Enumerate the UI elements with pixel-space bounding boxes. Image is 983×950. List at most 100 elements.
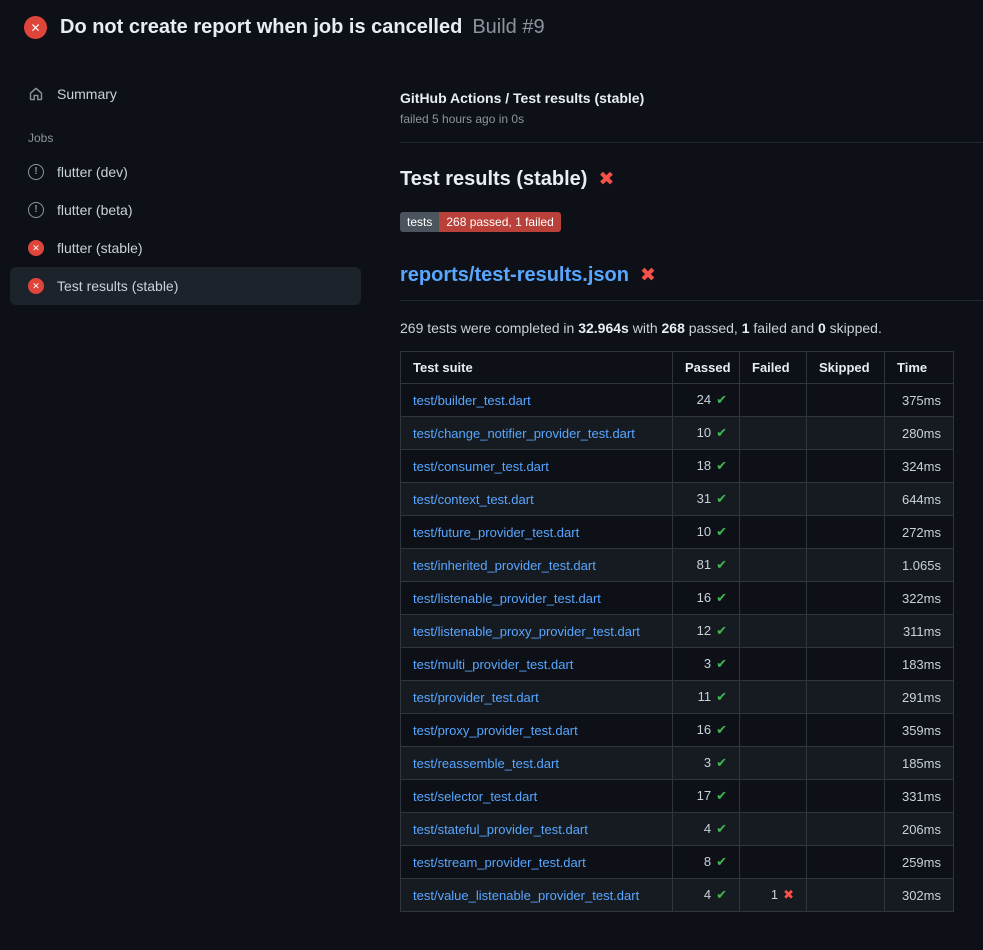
test-suite-link[interactable]: test/inherited_provider_test.dart	[413, 558, 596, 573]
time-cell: 259ms	[885, 846, 954, 879]
test-suite-link[interactable]: test/listenable_proxy_provider_test.dart	[413, 624, 640, 639]
time-cell: 272ms	[885, 516, 954, 549]
sidebar-item-flutter-stable[interactable]: ✕ flutter (stable)	[10, 229, 361, 267]
run-title: Do not create report when job is cancell…	[60, 16, 462, 39]
job-label: flutter (beta)	[57, 202, 132, 218]
sidebar-summary-label: Summary	[57, 86, 117, 102]
test-suite-link[interactable]: test/consumer_test.dart	[413, 459, 549, 474]
suite-cell: test/change_notifier_provider_test.dart	[401, 417, 673, 450]
passed-cell: 18✔	[673, 450, 740, 483]
table-row: test/proxy_provider_test.dart16✔359ms	[401, 714, 954, 747]
time-cell: 302ms	[885, 879, 954, 912]
test-suite-link[interactable]: test/context_test.dart	[413, 492, 534, 507]
suite-cell: test/provider_test.dart	[401, 681, 673, 714]
time-cell: 644ms	[885, 483, 954, 516]
passed-cell: 12✔	[673, 615, 740, 648]
summary-failed-count: 1	[742, 320, 750, 336]
alert-circle-icon: !	[28, 202, 44, 218]
suite-cell: test/inherited_provider_test.dart	[401, 549, 673, 582]
suite-cell: test/consumer_test.dart	[401, 450, 673, 483]
failed-cell	[740, 549, 807, 582]
table-row: test/value_listenable_provider_test.dart…	[401, 879, 954, 912]
jobs-section-label: Jobs	[10, 111, 361, 153]
check-icon: ✔	[716, 425, 727, 440]
check-icon: ✔	[716, 623, 727, 638]
suite-cell: test/selector_test.dart	[401, 780, 673, 813]
failed-cell	[740, 450, 807, 483]
test-suite-link[interactable]: test/provider_test.dart	[413, 690, 539, 705]
table-row: test/listenable_proxy_provider_test.dart…	[401, 615, 954, 648]
test-suite-link[interactable]: test/proxy_provider_test.dart	[413, 723, 578, 738]
test-suite-link[interactable]: test/listenable_provider_test.dart	[413, 591, 601, 606]
table-row: test/multi_provider_test.dart3✔183ms	[401, 648, 954, 681]
run-meta: failed 5 hours ago in 0s	[400, 112, 983, 126]
summary-with: with	[629, 320, 662, 336]
failed-cell	[740, 747, 807, 780]
tests-badge: tests 268 passed, 1 failed	[400, 212, 561, 232]
section-heading-label: Test results (stable)	[400, 168, 587, 191]
skipped-cell	[807, 516, 885, 549]
time-cell: 331ms	[885, 780, 954, 813]
check-icon: ✔	[716, 821, 727, 836]
test-suite-link[interactable]: test/stateful_provider_test.dart	[413, 822, 588, 837]
sidebar: Summary Jobs !flutter (dev)! flutter (bet…	[0, 53, 385, 305]
table-header-row: Test suite Passed Failed Skipped Time	[401, 352, 954, 384]
test-suite-link[interactable]: test/selector_test.dart	[413, 789, 537, 804]
summary-skipped-count: 0	[818, 320, 826, 336]
check-icon: ✔	[716, 458, 727, 473]
test-suite-link[interactable]: test/value_listenable_provider_test.dart	[413, 888, 639, 903]
check-icon: ✔	[716, 557, 727, 572]
check-icon: ✔	[716, 491, 727, 506]
passed-cell: 10✔	[673, 417, 740, 450]
failed-cell	[740, 483, 807, 516]
check-icon: ✔	[716, 788, 727, 803]
passed-cell: 24✔	[673, 384, 740, 417]
column-header-skipped: Skipped	[807, 352, 885, 384]
test-suite-link[interactable]: test/reassemble_test.dart	[413, 756, 559, 771]
sidebar-item-flutter-beta[interactable]: ! flutter (beta)	[10, 191, 361, 229]
test-suite-link[interactable]: test/change_notifier_provider_test.dart	[413, 426, 635, 441]
check-icon: ✔	[716, 656, 727, 671]
check-icon: ✔	[716, 887, 727, 902]
table-row: test/provider_test.dart11✔291ms	[401, 681, 954, 714]
suite-cell: test/context_test.dart	[401, 483, 673, 516]
sidebar-item-test-results-stable[interactable]: ✕Test results (stable)	[10, 267, 361, 305]
passed-cell: 3✔	[673, 747, 740, 780]
table-row: test/reassemble_test.dart3✔185ms	[401, 747, 954, 780]
time-cell: 322ms	[885, 582, 954, 615]
failed-cell	[740, 384, 807, 417]
x-icon: ✖	[783, 887, 794, 902]
suite-cell: test/builder_test.dart	[401, 384, 673, 417]
table-row: test/listenable_provider_test.dart16✔322…	[401, 582, 954, 615]
x-circle-icon: ✕	[28, 240, 44, 256]
time-cell: 311ms	[885, 615, 954, 648]
failed-cell	[740, 813, 807, 846]
sidebar-item-flutter-dev[interactable]: !flutter (dev)	[10, 153, 361, 191]
test-suite-link[interactable]: test/builder_test.dart	[413, 393, 531, 408]
job-label: flutter (stable)	[57, 240, 143, 256]
passed-cell: 16✔	[673, 714, 740, 747]
summary-passed-text: passed,	[685, 320, 742, 336]
check-icon: ✔	[716, 722, 727, 737]
column-header-failed: Failed	[740, 352, 807, 384]
test-suite-link[interactable]: test/future_provider_test.dart	[413, 525, 579, 540]
failed-cell	[740, 681, 807, 714]
failed-cell	[740, 417, 807, 450]
skipped-cell	[807, 813, 885, 846]
skipped-cell	[807, 549, 885, 582]
table-row: test/stream_provider_test.dart 8✔ 259ms	[401, 846, 954, 879]
time-cell: 280ms	[885, 417, 954, 450]
main-content: GitHub Actions / Test results (stable) f…	[385, 53, 983, 912]
failed-cell	[740, 846, 807, 879]
sidebar-item-summary[interactable]: Summary	[10, 77, 361, 111]
check-icon: ✔	[716, 689, 727, 704]
time-cell: 1.065s	[885, 549, 954, 582]
test-suite-link[interactable]: test/multi_provider_test.dart	[413, 657, 573, 672]
test-suite-link[interactable]: test/stream_provider_test.dart	[413, 855, 586, 870]
report-file-link[interactable]: reports/test-results.json	[400, 264, 629, 287]
skipped-cell	[807, 681, 885, 714]
passed-cell: 8✔	[673, 846, 740, 879]
time-cell: 183ms	[885, 648, 954, 681]
passed-cell: 4✔	[673, 879, 740, 912]
skipped-cell	[807, 483, 885, 516]
